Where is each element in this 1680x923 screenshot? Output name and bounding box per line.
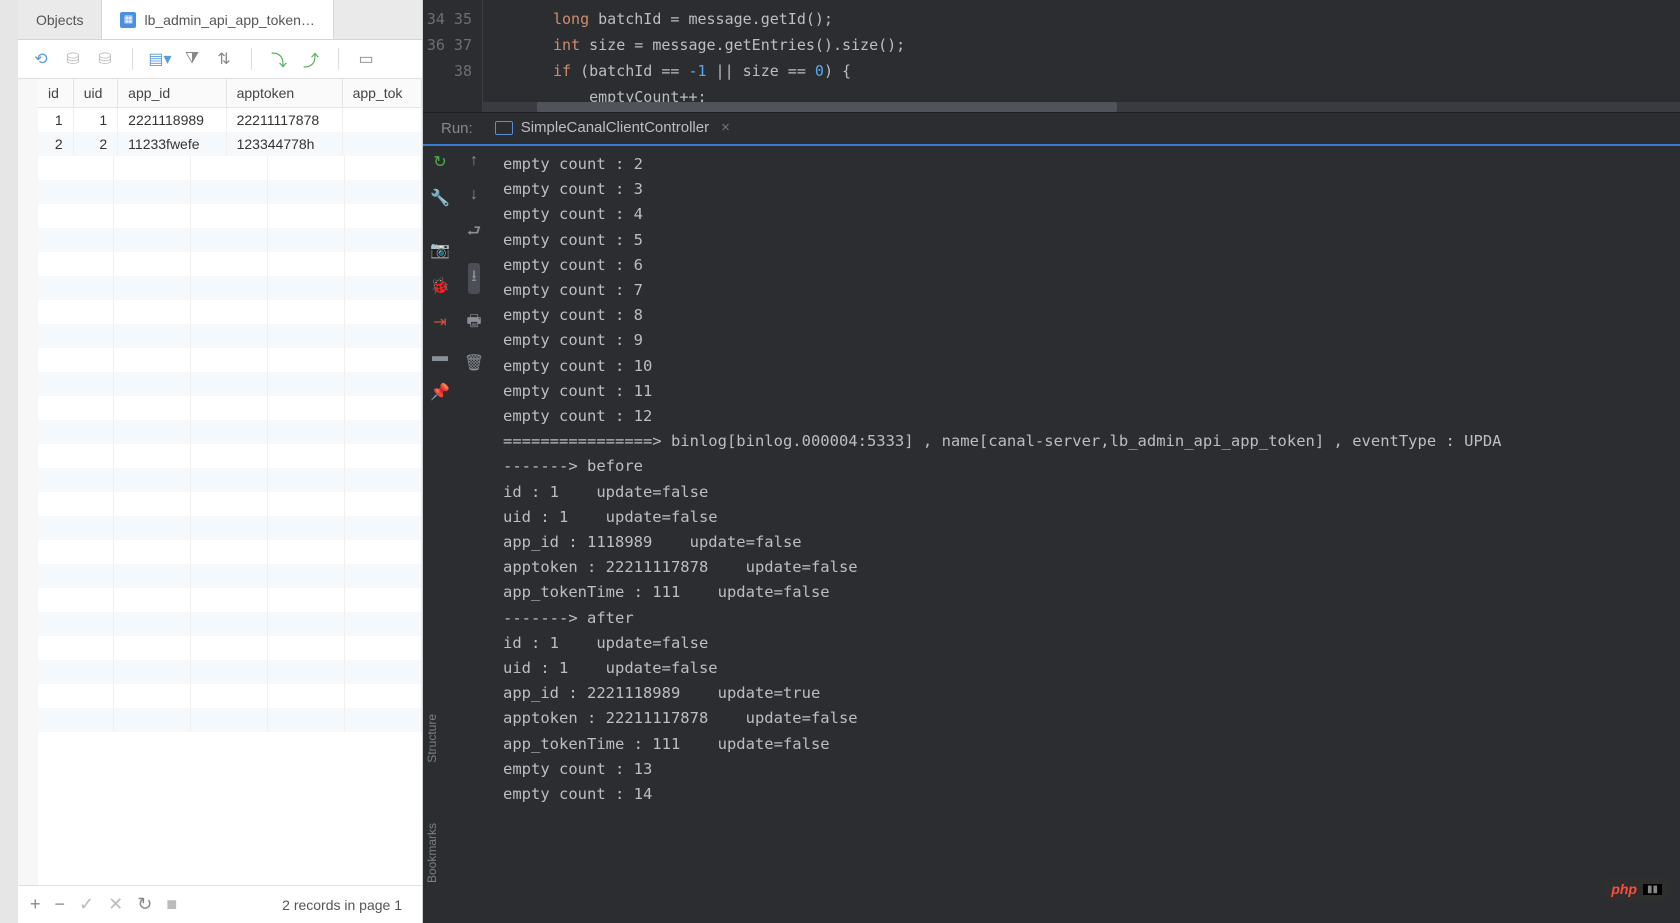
code-editor[interactable]: 34 35 36 37 38 long batchId = message.ge… xyxy=(423,0,1680,112)
down-icon[interactable]: ↓ xyxy=(470,186,478,204)
col-uid[interactable]: uid xyxy=(73,79,117,108)
run-toolwindow-header: Run: SimpleCanalClientController × xyxy=(423,112,1680,146)
pin-icon[interactable]: 📌 xyxy=(430,382,450,402)
line-gutter: 34 35 36 37 38 xyxy=(423,0,483,112)
layout-icon[interactable]: ▬ xyxy=(432,348,448,366)
rerun-icon[interactable]: ↻ xyxy=(433,152,446,172)
table-row[interactable]: 11222111898922211117878 xyxy=(38,108,422,133)
import-icon[interactable]: ⤵ xyxy=(270,50,288,68)
export-icon[interactable]: ⤴ xyxy=(302,50,320,68)
console-output[interactable]: empty count : 2 empty count : 3 empty co… xyxy=(491,146,1680,923)
cancel-icon[interactable]: ✕ xyxy=(108,894,123,915)
bookmarks-toolwindow-tab[interactable]: Bookmarks xyxy=(425,823,439,883)
run-tab[interactable]: SimpleCanalClientController × xyxy=(487,112,738,146)
db-gutter xyxy=(0,0,18,923)
col-apptoken[interactable]: apptoken xyxy=(226,79,342,108)
col-id[interactable]: id xyxy=(38,79,73,108)
db-tab-bar: Objects ▦ lb_admin_api_app_token… xyxy=(18,0,422,40)
db-tab-label: lb_admin_api_app_token… xyxy=(144,12,314,28)
remove-row-icon[interactable]: − xyxy=(55,894,66,915)
db-tab-objects[interactable]: Objects xyxy=(18,0,102,39)
filter-icon[interactable]: ⧩ xyxy=(183,50,201,68)
columns-icon[interactable]: ▤▾ xyxy=(151,50,169,68)
sort-icon[interactable]: ⇅ xyxy=(215,50,233,68)
run-body: ↻ 🔧 📷 🐞 ⇥ ▬ 📌 ↑ ↓ ⮐ ⭳ 🖶 🗑 empty count : … xyxy=(423,146,1680,923)
softwrap-icon[interactable]: ⮐ xyxy=(467,220,481,247)
php-badge[interactable]: php ▮▮ xyxy=(1603,877,1670,901)
database-panel: Objects ▦ lb_admin_api_app_token… ⟲ ⛁ ⛁ … xyxy=(0,0,423,923)
table-row[interactable]: 2211233fwefe123344778h xyxy=(38,132,422,156)
commit-icon[interactable]: ✓ xyxy=(79,894,94,915)
trash-icon[interactable]: 🗑 xyxy=(464,353,484,373)
wrench-icon[interactable]: 🔧 xyxy=(430,188,450,208)
ide-panel: 34 35 36 37 38 long batchId = message.ge… xyxy=(423,0,1680,923)
col-appid[interactable]: app_id xyxy=(118,79,226,108)
col-apptok[interactable]: app_tok xyxy=(342,79,421,108)
run-label: Run: xyxy=(427,120,487,137)
close-icon[interactable]: × xyxy=(721,119,730,136)
data-grid[interactable]: id uid app_id apptoken app_tok 112221118… xyxy=(38,79,422,885)
db-icon[interactable]: ⛁ xyxy=(64,50,82,68)
table-icon: ▦ xyxy=(120,12,136,28)
scrollbar-thumb[interactable] xyxy=(537,102,1117,112)
structure-toolwindow-tab[interactable]: Structure xyxy=(425,714,439,763)
stop-icon[interactable]: ■ xyxy=(166,894,177,915)
camera-icon[interactable]: 📷 xyxy=(430,240,450,260)
add-row-icon[interactable]: + xyxy=(30,894,41,915)
debug-icon[interactable]: 🐞 xyxy=(430,276,450,296)
db2-icon[interactable]: ⛁ xyxy=(96,50,114,68)
editor-content[interactable]: long batchId = message.getId(); int size… xyxy=(483,0,1680,112)
reload-icon[interactable]: ↻ xyxy=(137,894,152,915)
print-icon[interactable]: 🖶 xyxy=(466,310,481,337)
refresh-icon[interactable]: ⟲ xyxy=(32,50,50,68)
db-footer: + − ✓ ✕ ↻ ■ 2 records in page 1 xyxy=(18,885,422,923)
up-icon[interactable]: ↑ xyxy=(470,152,478,170)
table-header-row: id uid app_id apptoken app_tok xyxy=(38,79,422,108)
run-side-actions: ↻ 🔧 📷 🐞 ⇥ ▬ 📌 xyxy=(423,146,457,923)
db-tab-label: Objects xyxy=(36,12,83,28)
editor-scrollbar[interactable] xyxy=(483,102,1680,112)
run-side-actions-2: ↑ ↓ ⮐ ⭳ 🖶 🗑 xyxy=(457,146,491,923)
more-icon[interactable]: ▭ xyxy=(357,50,375,68)
db-toolbar: ⟲ ⛁ ⛁ ▤▾ ⧩ ⇅ ⤵ ⤴ ▭ xyxy=(18,40,422,79)
scroll-end-icon[interactable]: ⭳ xyxy=(468,263,480,294)
record-status: 2 records in page 1 xyxy=(282,897,410,913)
run-tab-label: SimpleCanalClientController xyxy=(521,119,709,136)
db-tab-table[interactable]: ▦ lb_admin_api_app_token… xyxy=(102,0,333,39)
exit-icon[interactable]: ⇥ xyxy=(433,312,446,332)
php-badge-label: php xyxy=(1611,881,1637,897)
run-config-icon xyxy=(495,121,513,135)
badge-bar-icon: ▮▮ xyxy=(1643,884,1662,895)
